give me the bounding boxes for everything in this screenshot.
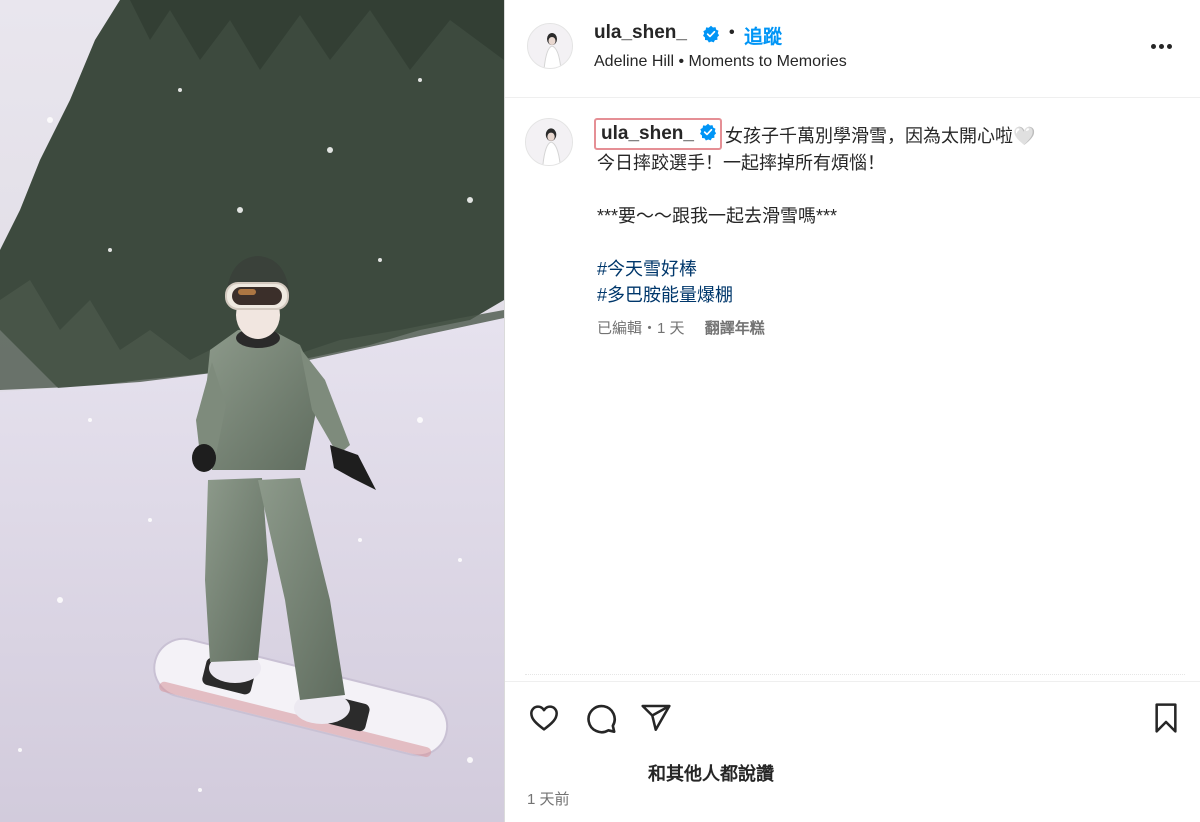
see-translation-button[interactable]: 翻譯年糕 <box>705 320 765 337</box>
hashtag-link[interactable]: #今天雪好棒 <box>597 256 1157 283</box>
hashtag-link[interactable]: #多巴胺能量爆棚 <box>597 282 1157 309</box>
verified-badge-icon <box>699 123 717 141</box>
verified-badge-icon <box>703 25 720 43</box>
edited-time: 已編輯・1 天 <box>597 320 685 337</box>
post-username[interactable]: ula_shen_ <box>594 22 687 44</box>
profile-photo-icon <box>528 24 572 68</box>
post-detail-panel: ula_shen_ • 追蹤 Adeline Hill • Moments to… <box>505 0 1200 822</box>
post-header: ula_shen_ • 追蹤 Adeline Hill • Moments to… <box>505 0 1200 98</box>
profile-photo-icon <box>526 119 572 165</box>
caption-meta: 已編輯・1 天 翻譯年糕 <box>597 317 765 338</box>
caption-avatar[interactable] <box>525 118 573 166</box>
caption-username-highlight[interactable]: ula_shen_ <box>594 118 722 150</box>
comment-icon[interactable] <box>584 702 618 735</box>
snowboarder-photo <box>0 0 504 822</box>
avatar[interactable] <box>527 23 573 69</box>
bookmark-icon[interactable] <box>1152 702 1180 734</box>
follow-button[interactable]: 追蹤 <box>744 22 782 49</box>
post-timestamp[interactable]: 1 天前 <box>527 788 570 809</box>
caption-line: ***要～～跟我一起去滑雪嗎*** <box>597 205 838 226</box>
caption-text: 女孩子千萬別學滑雪，因為太開心啦🤍 今日摔跤選手！一起摔掉所有煩惱！ ***要～… <box>597 123 1157 309</box>
heart-icon[interactable] <box>527 702 561 734</box>
share-icon[interactable] <box>639 702 673 734</box>
caption-line: 今日摔跤選手！一起摔掉所有煩惱！ <box>597 152 885 173</box>
more-options-icon[interactable] <box>1148 36 1174 56</box>
caption-username[interactable]: ula_shen_ <box>601 123 694 144</box>
likes-summary[interactable]: 和其他人都說讚 <box>648 760 774 786</box>
post-photo[interactable] <box>0 0 504 822</box>
comments-fade <box>525 674 1185 678</box>
location-audio-line[interactable]: Adeline Hill • Moments to Memories <box>594 53 847 71</box>
header-separator: • <box>729 24 735 41</box>
actions-divider <box>505 681 1200 682</box>
